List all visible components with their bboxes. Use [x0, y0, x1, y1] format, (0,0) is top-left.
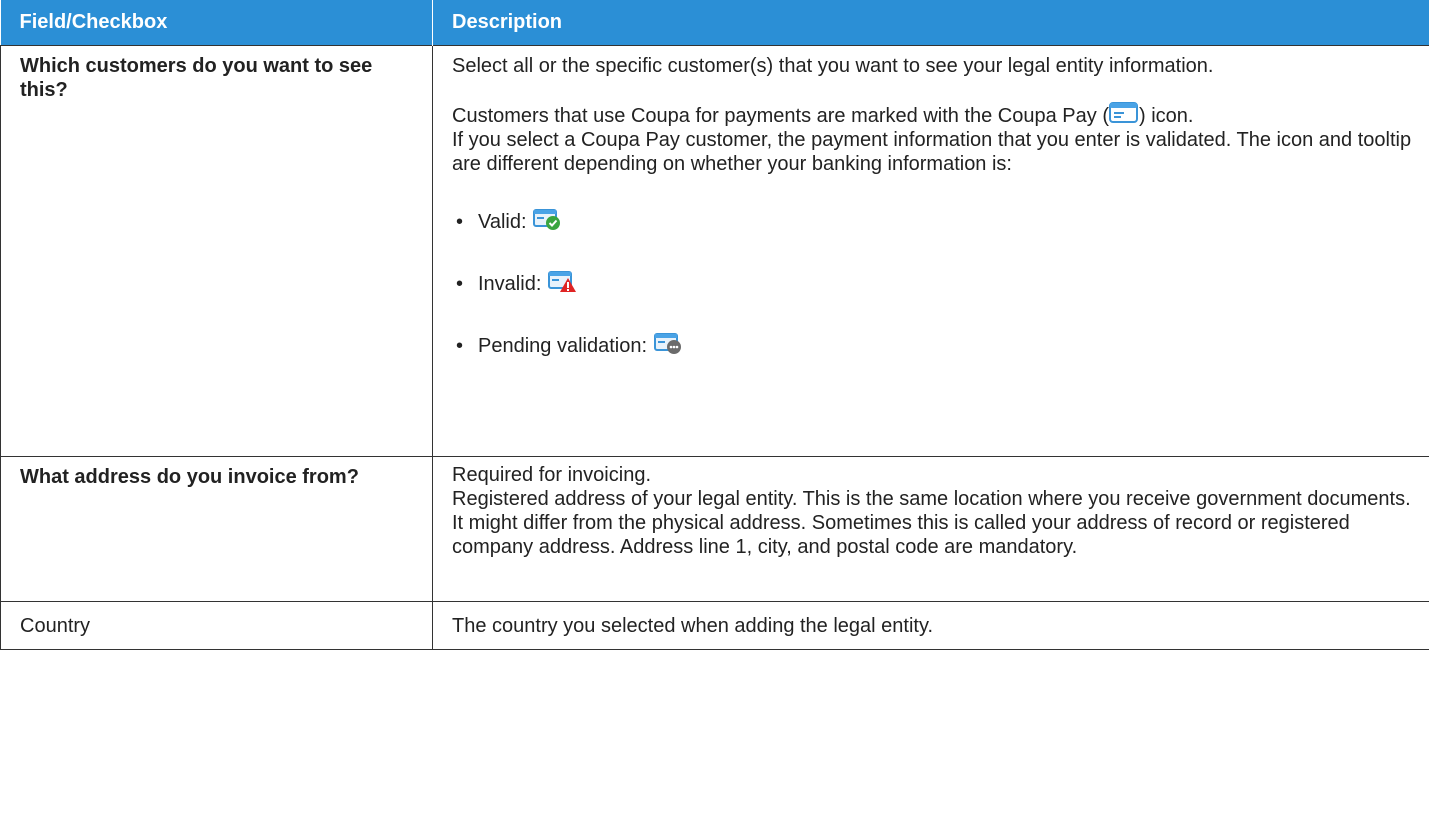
- card-invalid-warning-icon: [547, 271, 576, 292]
- field-description-table: Field/Checkbox Description Which custome…: [0, 0, 1429, 650]
- list-item: Invalid:: [452, 268, 1419, 300]
- column-header-field: Field/Checkbox: [0, 0, 433, 46]
- validation-status-list: Valid: Invalid: Pending validation:: [452, 206, 1419, 362]
- field-name-country: Country: [0, 601, 433, 650]
- field-name-invoice-address: What address do you invoice from?: [0, 456, 433, 602]
- description-customers: Select all or the specific customer(s) t…: [432, 45, 1429, 457]
- list-item: Pending validation:: [452, 330, 1419, 362]
- description-paragraph: If you select a Coupa Pay customer, the …: [452, 129, 1412, 175]
- field-name-customers: Which customers do you want to see this?: [0, 45, 433, 457]
- coupa-pay-card-icon: [1108, 102, 1138, 123]
- table-row: What address do you invoice from? Requir…: [0, 456, 1429, 602]
- card-valid-check-icon: [533, 209, 561, 230]
- card-pending-dots-icon: [653, 333, 681, 354]
- description-paragraph: Select all or the specific customer(s) t…: [452, 55, 1214, 77]
- table-row: Which customers do you want to see this?…: [0, 45, 1429, 457]
- column-header-description: Description: [432, 0, 1429, 46]
- table-row: Country The country you selected when ad…: [0, 601, 1429, 650]
- list-item: Valid:: [452, 206, 1419, 238]
- description-paragraph: Registered address of your legal entity.…: [452, 488, 1411, 558]
- description-country: The country you selected when adding the…: [432, 601, 1429, 650]
- table-header-row: Field/Checkbox Description: [0, 0, 1429, 46]
- description-invoice-address: Required for invoicing. Registered addre…: [432, 456, 1429, 602]
- description-paragraph: Customers that use Coupa for payments ar…: [452, 102, 1419, 128]
- description-paragraph: Required for invoicing.: [452, 464, 651, 486]
